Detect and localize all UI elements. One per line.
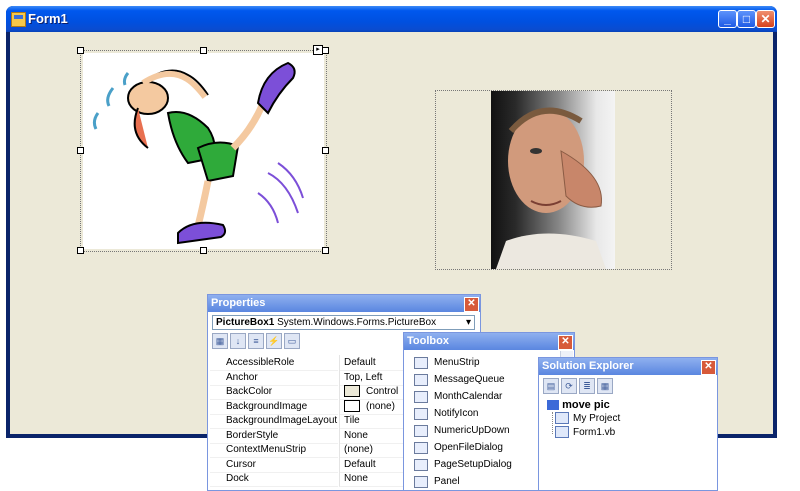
vb-project-icon (547, 400, 559, 411)
toolbox-title: Toolbox (407, 335, 449, 347)
resize-handle-w[interactable] (77, 147, 84, 154)
toolbox-item[interactable]: NumericUpDown (404, 423, 560, 438)
resize-handle-ne[interactable] (322, 47, 329, 54)
solution-explorer-toolbar: ▤ ⟳ ≣ ▦ (543, 378, 615, 396)
runner-cartoon-svg (92, 61, 304, 245)
notifyicon-icon (414, 408, 428, 420)
numericupdown-icon (414, 425, 428, 437)
refresh-icon[interactable]: ⟳ (561, 378, 577, 394)
property-value-text: None (344, 429, 368, 441)
monthcalendar-icon (414, 391, 428, 403)
property-value-text: Tile (344, 415, 360, 426)
solution-explorer-title: Solution Explorer (542, 360, 634, 372)
property-value-text: (none) (344, 444, 373, 455)
object-name: PictureBox1 (216, 317, 275, 328)
chevron-down-icon: ▾ (465, 317, 471, 328)
object-type: System.Windows.Forms.PictureBox (277, 317, 437, 328)
minimize-button[interactable]: _ (718, 10, 737, 28)
solution-item-label: My Project (573, 413, 621, 424)
resize-handle-n[interactable] (200, 47, 207, 54)
resize-handle-se[interactable] (322, 247, 329, 254)
property-value-text: None (344, 473, 368, 484)
maximize-button[interactable]: □ (737, 10, 756, 28)
properties-titlebar[interactable]: Properties (208, 295, 480, 312)
form1-titlebar[interactable]: Form1 _ □ ✕ (6, 6, 777, 32)
toolbox-item-label: NumericUpDown (434, 425, 510, 436)
resize-handle-s[interactable] (200, 247, 207, 254)
events-icon[interactable]: ⚡ (266, 333, 282, 349)
menustrip-icon (414, 357, 428, 369)
toolbox-item-label: PageSetupDialog (434, 459, 512, 470)
solution-item[interactable]: My Project (555, 412, 620, 425)
toolbox-titlebar[interactable]: Toolbox (404, 333, 574, 350)
toolbox-close-button[interactable]: ✕ (558, 335, 573, 350)
property-value-text: Default (344, 357, 376, 368)
property-name: Dock (210, 471, 338, 487)
toolbox-item[interactable]: OpenFileDialog (404, 440, 560, 455)
panel-icon (414, 476, 428, 488)
form-file-icon (555, 426, 569, 439)
view-designer-icon[interactable]: ▦ (597, 378, 613, 394)
solution-explorer-titlebar[interactable]: Solution Explorer (539, 358, 717, 375)
face-photo-svg (496, 107, 606, 269)
toolbox-item[interactable]: NotifyIcon (404, 406, 560, 421)
close-button[interactable]: ✕ (756, 10, 775, 28)
toolbox-item[interactable]: PageSetupDialog (404, 457, 560, 472)
project-node[interactable]: move pic (547, 399, 610, 411)
toolbox-item[interactable]: MonthCalendar (404, 389, 560, 404)
resize-handle-nw[interactable] (77, 47, 84, 54)
toolbox-item[interactable]: Panel (404, 474, 560, 489)
properties-toolbar: ▦ ↓ ≡ ⚡ ▭ (212, 333, 302, 351)
toolbox-item-label: Panel (434, 476, 460, 487)
project-name: move pic (562, 399, 610, 411)
alphabetical-icon[interactable]: ↓ (230, 333, 246, 349)
toolbox-item-label: MonthCalendar (434, 391, 503, 402)
solution-explorer-window[interactable]: Solution Explorer ✕ ▤ ⟳ ≣ ▦ move pic My Pro… (538, 357, 718, 491)
toolbox-item-label: MenuStrip (434, 357, 480, 368)
resize-handle-e[interactable] (322, 147, 329, 154)
picturebox2[interactable] (435, 90, 672, 270)
messagequeue-icon (414, 374, 428, 386)
solution-item-label: Form1.vb (573, 427, 616, 438)
properties-title: Properties (211, 297, 266, 309)
properties-close-button[interactable]: ✕ (464, 297, 479, 312)
toolbox-item-label: OpenFileDialog (434, 442, 503, 453)
property-pages-icon[interactable]: ▭ (284, 333, 300, 349)
properties-icon[interactable]: ≡ (248, 333, 264, 349)
pagesetupdialog-icon (414, 459, 428, 471)
smart-tag-arrow-icon[interactable]: ▸ (313, 45, 323, 55)
tree-line (552, 412, 554, 434)
picturebox1[interactable]: ▸ (77, 45, 329, 254)
solution-explorer-close-button[interactable]: ✕ (701, 360, 716, 375)
color-swatch-icon (344, 385, 360, 398)
form-icon (11, 12, 26, 27)
show-all-files-icon[interactable]: ▤ (543, 378, 559, 394)
property-value-text: Top, Left (344, 371, 383, 383)
my-project-icon (555, 412, 569, 425)
toolbox-item[interactable]: MenuStrip (404, 355, 560, 370)
object-selector-dropdown[interactable]: PictureBox1 System.Windows.Forms.Picture… (212, 315, 475, 330)
face-photo-image (491, 91, 615, 269)
toolbox-item[interactable]: MessageQueue (404, 372, 560, 387)
view-code-icon[interactable]: ≣ (579, 378, 595, 394)
runner-cartoon-image (83, 53, 324, 249)
resize-handle-sw[interactable] (77, 247, 84, 254)
categorized-icon[interactable]: ▦ (212, 333, 228, 349)
openfiledialog-icon (414, 442, 428, 454)
color-swatch-icon (344, 399, 360, 412)
solution-item[interactable]: Form1.vb (555, 426, 615, 439)
toolbox-item-label: MessageQueue (434, 374, 505, 385)
property-value-text: Default (344, 458, 376, 470)
property-value-text: Control (366, 386, 399, 397)
form1-title: Form1 (28, 11, 68, 26)
property-value-text: (none) (366, 400, 395, 412)
toolbox-item-label: NotifyIcon (434, 408, 479, 419)
